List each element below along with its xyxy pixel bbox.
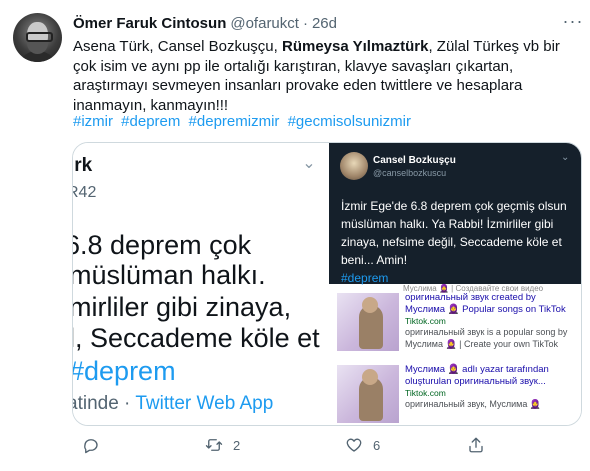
zoomed-text-line: 6.8 deprem çok bbox=[73, 230, 252, 260]
result-title: Муслима 🧕 adlı yazar tarafından oluşturu… bbox=[405, 364, 549, 387]
tweet-text-part1: Asena Türk, Cansel Bozkuşçu, bbox=[73, 38, 282, 55]
thumbnail-head bbox=[362, 369, 378, 385]
result-url: Tiktok.com bbox=[405, 316, 446, 326]
reply-button[interactable] bbox=[82, 433, 110, 457]
retweet-button[interactable]: 2 bbox=[205, 433, 240, 457]
embedded-avatar bbox=[340, 152, 368, 180]
chevron-down-icon: ⌄ bbox=[302, 155, 316, 172]
author-name[interactable]: Ömer Faruk Cintosun bbox=[73, 15, 226, 32]
result-desc: оригинальный звук is a popular song by М… bbox=[405, 327, 568, 349]
zoomed-hashtag: #deprem bbox=[73, 356, 176, 386]
retweet-icon bbox=[205, 439, 223, 451]
zoomed-text-line: l, Seccademe köle et bbox=[73, 323, 320, 353]
tweet-text-bold: Rümeysa Yılmaztürk bbox=[282, 38, 429, 55]
search-result: оригинальный звук created by Муслима 🧕 P… bbox=[329, 289, 581, 355]
like-count: 6 bbox=[373, 437, 381, 453]
embedded-name: Cansel Bozkuşçu bbox=[373, 155, 456, 166]
zoomed-text-line: mirliler gibi zinaya, bbox=[73, 292, 292, 322]
heart-icon bbox=[346, 438, 362, 452]
avatar-glasses bbox=[26, 32, 53, 42]
result-thumbnail bbox=[337, 365, 399, 423]
zoomed-handle: R42 bbox=[73, 184, 97, 201]
zoomed-name: ırk bbox=[73, 155, 93, 176]
hashtag-link[interactable]: #izmir bbox=[73, 113, 113, 130]
result-title: оригинальный звук created by Муслима 🧕 P… bbox=[405, 292, 566, 315]
media-image-right[interactable]: Cansel Bozkuşçu @canselbozkuscu ⌄ İzmir … bbox=[329, 143, 581, 425]
embedded-tweet-card: Cansel Bozkuşçu @canselbozkuscu ⌄ İzmir … bbox=[329, 143, 581, 285]
result-thumbnail bbox=[337, 293, 399, 351]
more-dots-icon[interactable]: ··· bbox=[562, 12, 584, 32]
chevron-down-icon: ⌄ bbox=[561, 152, 570, 163]
tweet-text: Asena Türk, Cansel Bozkuşçu, Rümeysa Yıl… bbox=[73, 37, 573, 115]
search-result: Муслима 🧕 adlı yazar tarafından oluşturu… bbox=[329, 361, 581, 425]
retweet-count: 2 bbox=[233, 437, 241, 453]
like-button[interactable]: 6 bbox=[345, 433, 380, 457]
tweet-header: Ömer Faruk Cintosun @ofarukct · 26d bbox=[73, 13, 337, 33]
embedded-text: İzmir Ege'de 6.8 deprem çok geçmiş olsun… bbox=[341, 199, 567, 267]
result-url: Tiktok.com bbox=[405, 388, 446, 398]
tweet-time[interactable]: 26d bbox=[312, 15, 337, 32]
tweet-hashtags: #izmir #deprem #depremizmir #gecmisolsun… bbox=[73, 113, 415, 130]
media-image-left[interactable]: ırk R42 6.8 deprem çok müslüman halkı. m… bbox=[73, 143, 327, 425]
zoomed-source-prefix: atinde · bbox=[73, 393, 136, 414]
hashtag-link[interactable]: #depremizmir bbox=[189, 113, 280, 130]
share-button[interactable] bbox=[467, 433, 495, 457]
author-avatar[interactable] bbox=[13, 13, 62, 62]
result-desc: оригинальный звук, Муслима 🧕 bbox=[405, 399, 542, 409]
embedded-handle: @canselbozkuscu bbox=[373, 168, 447, 178]
thumbnail-head bbox=[362, 297, 378, 313]
tweet-actions: 2 6 bbox=[72, 433, 580, 457]
embedded-hashtag: #deprem bbox=[341, 271, 389, 285]
author-handle[interactable]: @ofarukct bbox=[230, 15, 299, 32]
hashtag-link[interactable]: #gecmisolsunizmir bbox=[288, 113, 411, 130]
zoomed-text-line: müslüman halkı. bbox=[73, 260, 266, 290]
zoomed-source-app: Twitter Web App bbox=[135, 393, 274, 414]
tweet[interactable]: Ömer Faruk Cintosun @ofarukct · 26d ··· … bbox=[0, 0, 590, 471]
separator-dot: · bbox=[302, 14, 308, 32]
zoomed-source-line: atinde · Twitter Web App bbox=[73, 393, 273, 415]
share-icon bbox=[469, 437, 483, 453]
media-grid: ırk R42 6.8 deprem çok müslüman halkı. m… bbox=[72, 142, 582, 426]
reply-icon bbox=[84, 439, 98, 454]
hashtag-link[interactable]: #deprem bbox=[121, 113, 180, 130]
